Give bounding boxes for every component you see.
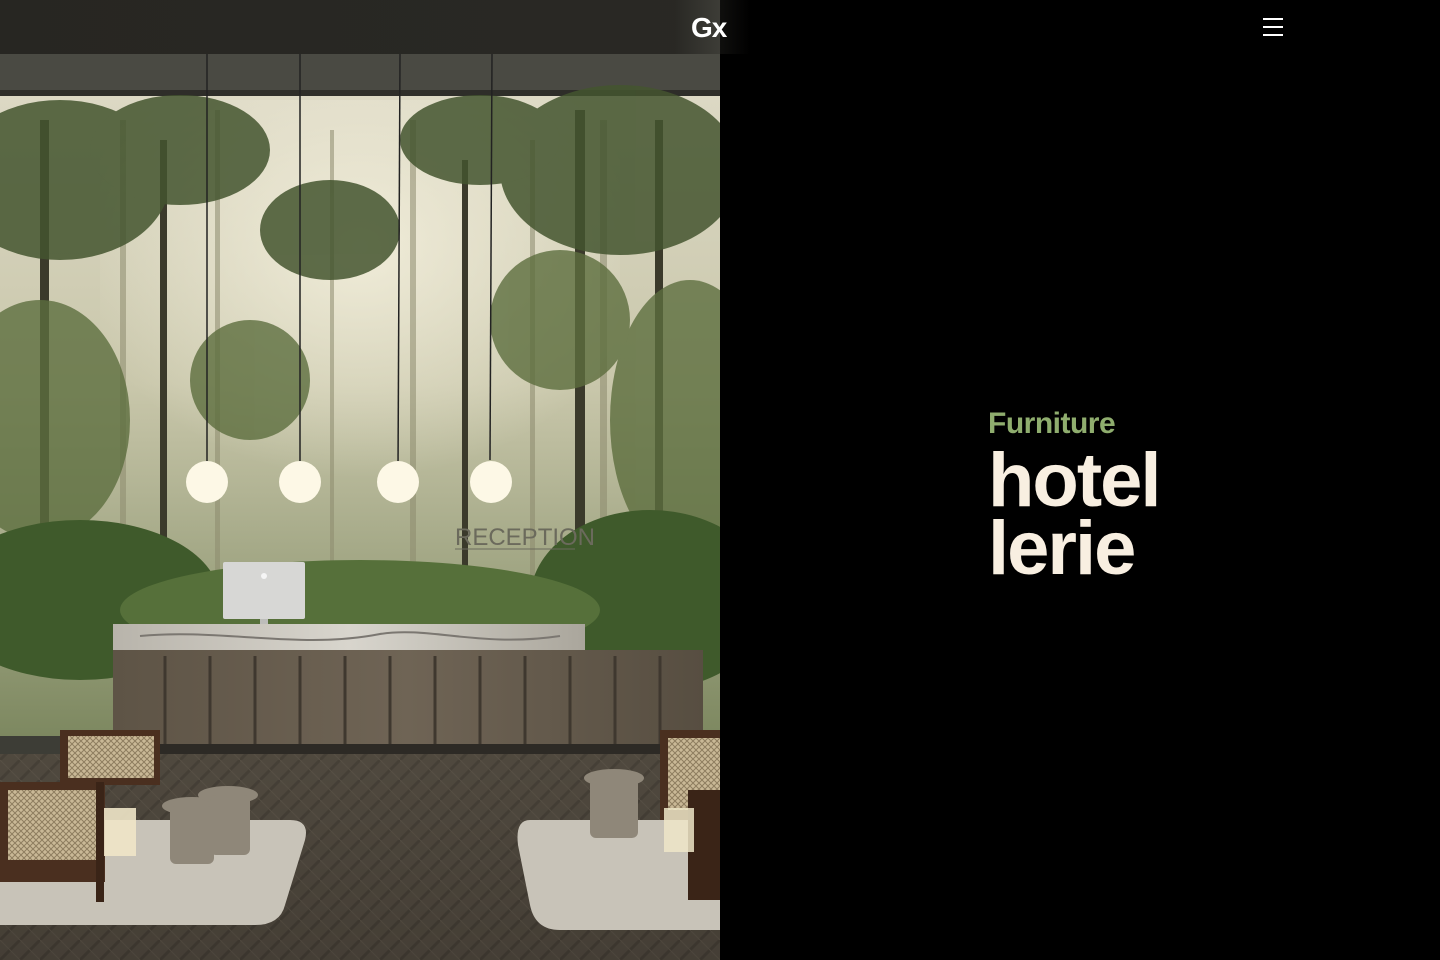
hero-photo: RECEPTION: [0, 0, 720, 960]
hero-text-block: Furniture hotel lerie: [988, 405, 1162, 591]
menu-bar-middle: [1263, 26, 1283, 28]
reception-sign: RECEPTION: [455, 524, 595, 551]
brand-logo[interactable]: Gx: [691, 12, 727, 44]
page: RECEPTION Gx Furniture hotel lerie: [0, 0, 1440, 960]
hero-title-line-2: lerie: [988, 506, 1136, 591]
hero-title: hotel lerie: [988, 438, 1162, 591]
hero-title-line-1: hotel: [988, 438, 1162, 523]
hamburger-menu-icon[interactable]: [1261, 15, 1285, 39]
menu-bar-bottom: [1263, 34, 1283, 36]
header-bar: [0, 0, 750, 54]
menu-bar-top: [1263, 18, 1283, 20]
